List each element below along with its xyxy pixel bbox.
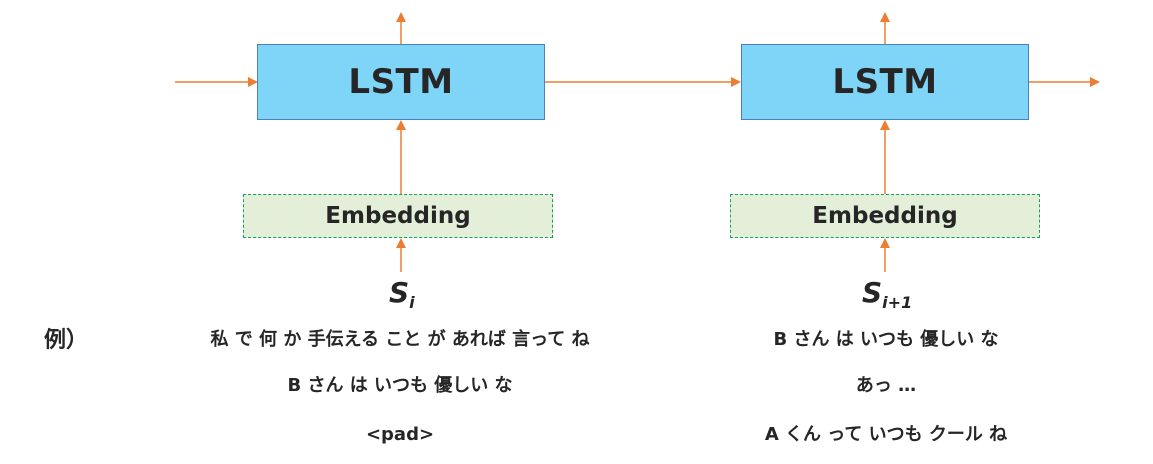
lstm-diagram: LSTM LSTM Embedding Embedding Si Si+1 例）… xyxy=(0,0,1153,464)
lstm-box-1: LSTM xyxy=(257,44,545,120)
input-symbol-subscript: i xyxy=(409,293,415,312)
input-symbol-letter: S xyxy=(389,276,410,309)
embedding-box-2: Embedding xyxy=(730,194,1040,238)
example-right-line-1: B さん は いつも 優しい な xyxy=(773,329,999,350)
input-symbol-2: Si+1 xyxy=(862,276,912,320)
example-left-line-2: B さん は いつも 優しい な xyxy=(287,375,513,396)
example-left-line-3: <pad> xyxy=(365,424,435,445)
input-symbol-1: Si xyxy=(389,276,415,320)
example-heading: 例） xyxy=(44,328,89,353)
example-left-line-1: 私 で 何 か 手伝える こと が あれば 言って ね xyxy=(210,329,590,350)
input-symbol-subscript: i+1 xyxy=(882,293,913,312)
example-right-line-3: A くん って いつも クール ね xyxy=(764,424,1008,445)
input-symbol-letter: S xyxy=(862,276,883,309)
lstm-box-2: LSTM xyxy=(741,44,1029,120)
example-right-line-2: あっ … xyxy=(855,375,917,396)
embedding-box-1: Embedding xyxy=(243,194,553,238)
